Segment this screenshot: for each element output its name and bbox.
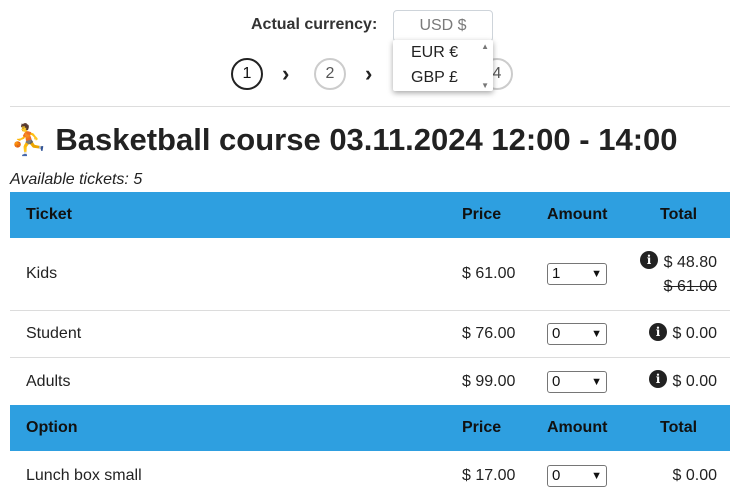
currency-option-gbp[interactable]: GBP £ [411, 69, 458, 87]
chevron-right-icon: › [365, 61, 373, 86]
chevron-down-icon: ▼ [591, 328, 602, 340]
event-title: Basketball course 03.11.2024 12:00 - 14:… [55, 122, 678, 157]
amount-select[interactable]: 0 ▼ [547, 371, 607, 393]
header-amount: Amount [547, 206, 608, 223]
currency-option-eur[interactable]: EUR € [411, 44, 458, 62]
ticket-price: $ 76.00 [462, 325, 516, 342]
header-amount: Amount [547, 419, 608, 436]
chevron-right-icon: › [282, 61, 290, 86]
ticket-name: Adults [26, 373, 71, 390]
ticket-price: $ 61.00 [462, 265, 516, 282]
currency-dropdown-list: EUR € GBP £ ▲ ▼ [393, 40, 493, 91]
table-row: Lunch box small $ 17.00 0 ▼ $ 0.00 [10, 451, 730, 491]
ticket-total: $ 0.00 [672, 325, 717, 342]
amount-value: 0 [552, 373, 561, 390]
ticket-total: $ 0.00 [672, 373, 717, 390]
option-table: Option Price Amount Total Lunch box smal… [10, 405, 730, 491]
chevron-down-icon: ▼ [591, 470, 602, 482]
header-total: Total [660, 206, 698, 223]
amount-value: 1 [552, 265, 561, 282]
amount-select[interactable]: 0 ▼ [547, 465, 607, 487]
table-row: Adults $ 99.00 0 ▼ i $ 0.00 [10, 358, 730, 406]
scroll-down-arrow-icon[interactable]: ▼ [481, 81, 489, 90]
header-option: Option [26, 419, 78, 436]
header-price: Price [462, 206, 502, 223]
currency-label: Actual currency: [251, 16, 378, 33]
info-icon[interactable]: i [640, 251, 658, 269]
option-name: Lunch box small [26, 467, 142, 484]
header-price: Price [462, 419, 502, 436]
option-table-header: Option Price Amount Total [10, 405, 730, 451]
amount-value: 0 [552, 467, 561, 484]
amount-select[interactable]: 1 ▼ [547, 263, 607, 285]
chevron-down-icon: ▼ [591, 376, 602, 388]
chevron-down-icon: ▼ [591, 268, 602, 280]
original-total: $ 61.00 [663, 278, 717, 295]
step-1[interactable]: 1 [231, 58, 263, 90]
divider [10, 106, 730, 107]
step-indicator: 1 › 2 › 4 [0, 58, 730, 92]
scroll-up-arrow-icon[interactable]: ▲ [481, 42, 489, 51]
option-price: $ 17.00 [462, 467, 516, 484]
ticket-name: Kids [26, 265, 58, 282]
option-total: $ 0.00 [672, 467, 717, 484]
available-tickets: Available tickets: 5 [10, 171, 143, 188]
ticket-table: Ticket Price Amount Total Kids $ 61.00 1… [10, 192, 730, 406]
step-2[interactable]: 2 [314, 58, 346, 90]
info-icon[interactable]: i [649, 370, 667, 388]
table-row: Student $ 76.00 0 ▼ i $ 0.00 [10, 311, 730, 358]
ticket-price: $ 99.00 [462, 373, 516, 390]
amount-select[interactable]: 0 ▼ [547, 323, 607, 345]
currency-select[interactable]: USD $ [393, 10, 493, 42]
ticket-name: Student [26, 325, 82, 342]
ticket-table-header: Ticket Price Amount Total [10, 192, 730, 238]
ticket-total: $ 48.80 [663, 254, 717, 271]
page-title: ⛹ Basketball course 03.11.2024 12:00 - 14… [10, 122, 730, 159]
info-icon[interactable]: i [649, 323, 667, 341]
amount-value: 0 [552, 325, 561, 342]
header-total: Total [660, 419, 698, 436]
basketball-player-icon: ⛹ [10, 124, 48, 157]
currency-selector-row: Actual currency: USD $ [0, 10, 730, 42]
table-row: Kids $ 61.00 1 ▼ i $ 48.80 $ 61.00 [10, 238, 730, 311]
header-ticket: Ticket [26, 206, 72, 223]
